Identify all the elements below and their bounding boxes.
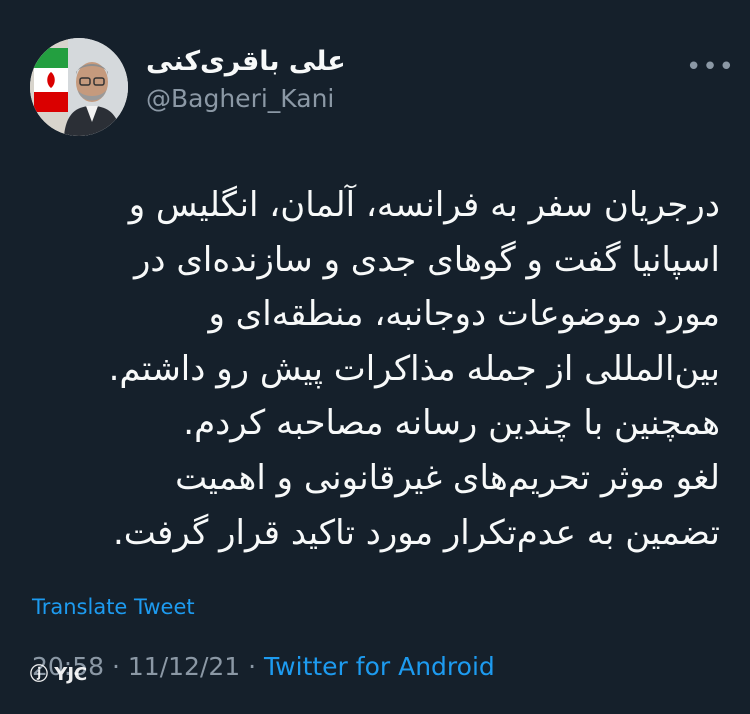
watermark-text: YJC — [54, 664, 88, 685]
translate-tweet-link[interactable]: Translate Tweet — [32, 595, 195, 619]
tweet-text-line: اسپانیا گفت و گوهای جدی و سازنده‌ای در — [133, 239, 720, 280]
tweet-card: علی باقری‌کنی @Bagheri_Kani ••• درجریان … — [0, 0, 750, 714]
tweet-meta: 20:58 · 11/12/21 · Twitter for Android — [32, 652, 495, 681]
meta-separator: · — [248, 652, 257, 681]
tweet-source-link[interactable]: Twitter for Android — [264, 652, 495, 681]
tweet-date[interactable]: 11/12/21 — [128, 652, 240, 681]
display-name[interactable]: علی باقری‌کنی — [146, 46, 346, 77]
profile-photo — [30, 38, 128, 136]
meta-separator: · — [112, 652, 120, 681]
tweet-text-line: همچنین با چندین رسانه مصاحبه کردم. — [183, 403, 720, 444]
handle[interactable]: @Bagheri_Kani — [146, 84, 334, 113]
tweet-text: درجریان سفر به فرانسه، آلمان، انگلیس و ا… — [20, 178, 720, 560]
tweet-text-line: لغو موثر تحریم‌های غیرقانونی و اهمیت — [175, 457, 720, 498]
more-horizontal-icon[interactable]: ••• — [686, 52, 735, 82]
tweet-text-line: تضمین به عدم‌تکرار مورد تاکید قرار گرفت. — [112, 512, 720, 553]
watermark-logo: ⓙ YJC — [30, 660, 87, 686]
tweet-text-line: بین‌المللی از جمله مذاکرات پیش رو داشتم. — [108, 348, 720, 389]
tweet-text-line: مورد موضوعات دوجانبه، منطقه‌ای و — [208, 294, 720, 335]
avatar[interactable] — [30, 38, 128, 136]
watermark-icon: ⓙ — [30, 664, 48, 685]
tweet-text-line: درجریان سفر به فرانسه، آلمان، انگلیس و — [128, 185, 720, 225]
